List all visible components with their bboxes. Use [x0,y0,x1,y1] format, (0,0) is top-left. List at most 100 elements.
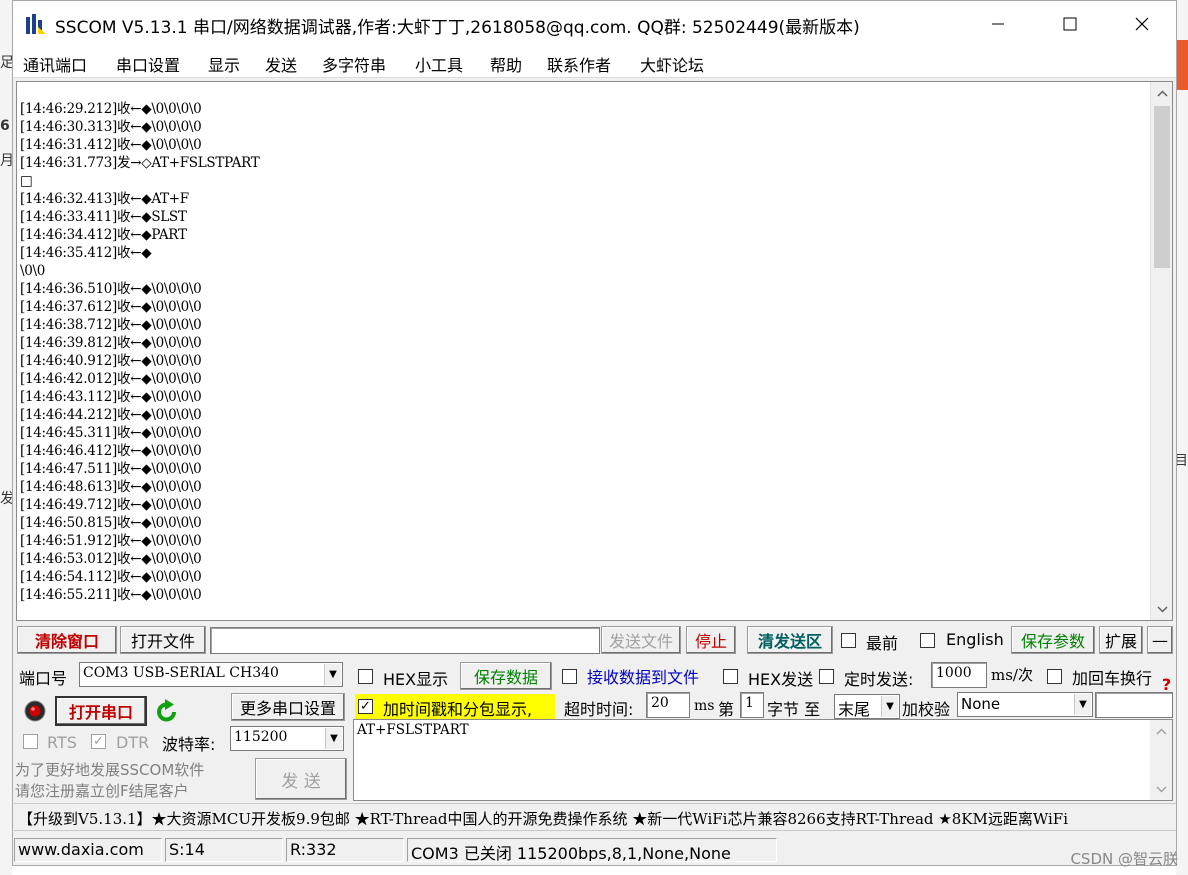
file-path-input[interactable] [210,627,600,654]
rts-checkbox[interactable] [23,734,38,749]
background-app-right: 目 [1174,0,1188,875]
menu-help[interactable]: 帮助 [490,52,522,76]
recv-to-file-label: 接收数据到文件 [587,668,700,687]
log-line: [14:46:40.912]收←◆\0\0\0\0 [20,353,202,369]
clear-window-button[interactable]: 清除窗口 [17,626,117,654]
send-text: AT+FSLSTPART [357,722,469,738]
menu-multi-string[interactable]: 多字符串 [322,52,386,76]
end-position-value: 末尾 [838,700,871,719]
add-crlf-label: 加回车换行 [1072,669,1153,688]
timed-send-checkbox[interactable] [819,669,834,684]
log-line: [14:46:33.411]收←◆SLST [20,209,187,225]
send-button[interactable]: 发 送 [255,758,347,800]
checksum-result-field [1095,692,1173,718]
close-button[interactable] [1107,1,1177,46]
menu-display[interactable]: 显示 [208,52,240,76]
rts-label: RTS [47,733,77,752]
timeout-input[interactable]: 20 [646,692,690,718]
port-select[interactable]: COM3 USB-SERIAL CH340 ▼ [79,662,343,687]
hex-send-label: HEX发送 [748,670,814,689]
minimize-button[interactable] [963,1,1033,46]
expand-button[interactable]: 扩展 [1099,626,1143,654]
log-line: [14:46:30.313]收←◆\0\0\0\0 [20,119,202,135]
log-line: [14:46:54.112]收←◆\0\0\0\0 [20,569,202,585]
topmost-checkbox[interactable] [841,633,856,648]
refresh-icon[interactable] [154,699,180,725]
scroll-down-icon[interactable] [1150,778,1172,800]
baud-label: 波特率: [162,735,216,754]
chevron-down-icon: ▼ [1074,694,1091,715]
collapse-button[interactable]: — [1147,626,1173,654]
log-line: [14:46:53.012]收←◆\0\0\0\0 [20,551,202,567]
promo-line-1: 为了更好地发展SSCOM软件 [15,761,205,779]
baud-value: 115200 [234,729,288,745]
log-line: [14:46:38.712]收←◆\0\0\0\0 [20,317,202,333]
hex-send-checkbox[interactable] [723,669,738,684]
menu-comm-port[interactable]: 通讯端口 [23,52,87,76]
log-line: [14:46:43.112]收←◆\0\0\0\0 [20,389,202,405]
timestamp-label: 加时间戳和分包显示, [383,700,533,719]
add-crlf-checkbox[interactable] [1047,669,1062,684]
timed-interval-input[interactable]: 1000 [931,662,987,688]
help-question-icon[interactable]: ? [1159,675,1174,693]
port-value: COM3 USB-SERIAL CH340 [83,665,279,681]
menu-contact-author[interactable]: 联系作者 [547,52,611,76]
log-line: [14:46:35.412]收←◆ [20,245,152,261]
menu-serial-settings[interactable]: 串口设置 [116,52,180,76]
send-textarea[interactable]: AT+FSLSTPART [353,719,1173,801]
byte-index-input[interactable]: 1 [740,692,764,718]
sscom-window: SSCOM V5.13.1 串口/网络数据调试器,作者:大虾丁丁,2618058… [12,0,1177,866]
log-line: [14:46:32.413]收←◆AT+F [20,191,189,207]
log-line: [14:46:36.510]收←◆\0\0\0\0 [20,281,202,297]
send-file-button[interactable]: 发送文件 [601,626,681,654]
maximize-button[interactable] [1035,1,1105,46]
open-file-button[interactable]: 打开文件 [120,626,206,654]
end-position-select[interactable]: 末尾 ▼ [834,694,900,719]
status-website[interactable]: www.daxia.com [14,838,162,862]
log-line: \0\0 [20,263,46,279]
open-port-button[interactable]: 打开串口 [55,696,147,726]
save-data-button[interactable]: 保存数据 [460,662,552,690]
send-scrollbar[interactable] [1150,720,1172,800]
port-status-led-icon [24,700,46,722]
promo-line-2: 请您注册嘉立创F结尾客户 [15,782,189,800]
english-checkbox[interactable] [920,633,935,648]
hex-display-checkbox[interactable] [358,669,373,684]
checksum-select[interactable]: None ▼ [957,692,1093,717]
log-line: [14:46:55.211]收←◆\0\0\0\0 [20,587,202,603]
promo-ticker[interactable]: 【升级到V5.13.1】★大资源MCU开发板9.9包邮 ★RT-Thread中国… [14,803,1176,831]
scroll-up-icon[interactable] [1150,720,1172,742]
scroll-down-icon[interactable] [1151,598,1172,620]
hex-display-label: HEX显示 [383,670,449,689]
save-params-button[interactable]: 保存参数 [1011,626,1095,654]
log-line: [14:46:46.412]收←◆\0\0\0\0 [20,443,202,459]
log-line: [14:46:51.912]收←◆\0\0\0\0 [20,533,202,549]
menu-tools[interactable]: 小工具 [415,52,463,76]
receive-scrollbar[interactable] [1150,82,1172,620]
english-label: English [946,630,1004,649]
more-serial-settings-button[interactable]: 更多串口设置 [231,693,345,721]
dtr-checkbox[interactable]: ✓ [91,734,106,749]
log-line: [14:46:34.412]收←◆PART [20,227,187,243]
app-icon [26,14,46,34]
minimize-icon [992,23,1004,24]
menu-send[interactable]: 发送 [265,52,297,76]
byte-label-pre: 第 [718,700,735,719]
timestamp-checkbox[interactable]: ✓ [358,699,373,714]
scroll-thumb[interactable] [1154,106,1170,268]
status-bar: www.daxia.com S:14 R:332 COM3 已关闭 115200… [14,835,1176,865]
log-line: [14:46:31.412]收←◆\0\0\0\0 [20,137,202,153]
receive-area[interactable]: [14:46:29.212]收←◆\0\0\0\0 [14:46:30.313]收… [16,81,1173,621]
baud-select[interactable]: 115200 ▼ [230,726,344,751]
stop-button[interactable]: 停止 [686,626,736,654]
recv-to-file-checkbox[interactable] [562,669,577,684]
log-line: [14:46:47.511]收←◆\0\0\0\0 [20,461,202,477]
log-line: [14:46:50.815]收←◆\0\0\0\0 [20,515,202,531]
log-line: [14:46:45.311]收←◆\0\0\0\0 [20,425,202,441]
log-line: [14:46:42.012]收←◆\0\0\0\0 [20,371,202,387]
menu-forum[interactable]: 大虾论坛 [640,52,704,76]
clear-send-button[interactable]: 清发送区 [747,626,833,654]
log-line: [14:46:39.812]收←◆\0\0\0\0 [20,335,202,351]
timeout-unit-label: ms [694,698,715,714]
scroll-up-icon[interactable] [1151,82,1172,104]
